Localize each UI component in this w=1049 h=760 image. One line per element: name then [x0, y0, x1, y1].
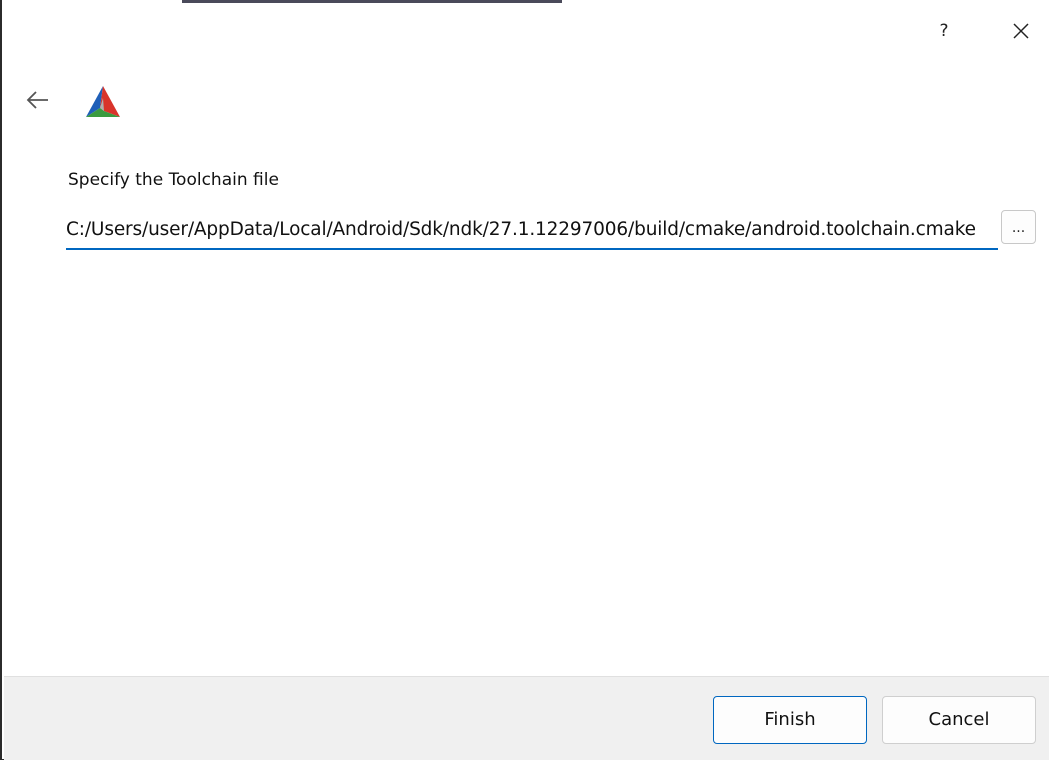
back-button[interactable]: [24, 88, 54, 112]
cmake-logo-icon: [86, 86, 120, 117]
dialog-window: ? Specify the Toolchain file ... Finish …: [0, 0, 1049, 760]
toolchain-file-label: Specify the Toolchain file: [68, 170, 279, 190]
cmake-logo: [84, 84, 122, 120]
close-button[interactable]: [1006, 16, 1036, 46]
cancel-button[interactable]: Cancel: [882, 696, 1036, 744]
close-icon: [1013, 23, 1029, 39]
arrow-left-icon: [26, 91, 48, 109]
window-top-edge: [182, 0, 562, 3]
finish-button[interactable]: Finish: [713, 696, 867, 744]
toolchain-file-input[interactable]: [66, 210, 998, 250]
browse-button[interactable]: ...: [1001, 210, 1036, 244]
help-button[interactable]: ?: [932, 18, 956, 44]
